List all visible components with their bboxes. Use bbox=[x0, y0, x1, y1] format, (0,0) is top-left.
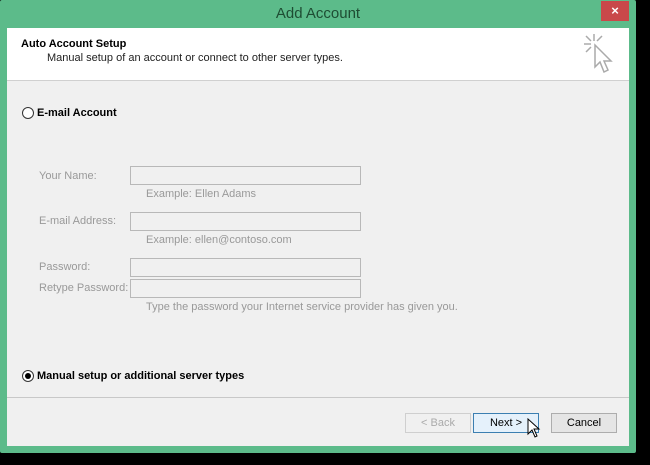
password-hint: Type the password your Internet service … bbox=[146, 301, 458, 313]
divider bbox=[7, 397, 629, 398]
your-name-input[interactable] bbox=[130, 166, 361, 185]
header-panel: Auto Account Setup Manual setup of an ac… bbox=[7, 28, 629, 81]
click-cursor-icon bbox=[584, 34, 613, 74]
mouse-pointer-icon bbox=[527, 418, 541, 438]
email-account-radio[interactable] bbox=[22, 107, 34, 119]
email-address-input[interactable] bbox=[130, 212, 361, 231]
header-subtitle: Manual setup of an account or connect to… bbox=[47, 52, 343, 64]
dialog-body: Auto Account Setup Manual setup of an ac… bbox=[7, 28, 629, 446]
window-title: Add Account bbox=[275, 5, 361, 22]
cancel-button[interactable]: Cancel bbox=[551, 413, 617, 433]
email-address-example: Example: ellen@contoso.com bbox=[146, 234, 292, 246]
email-address-label: E-mail Address: bbox=[39, 215, 117, 227]
close-button[interactable]: × bbox=[601, 1, 629, 21]
your-name-example: Example: Ellen Adams bbox=[146, 188, 257, 200]
password-label: Password: bbox=[39, 261, 91, 273]
manual-setup-label[interactable]: Manual setup or additional server types bbox=[37, 370, 244, 382]
password-input[interactable] bbox=[130, 258, 361, 277]
retype-password-label: Retype Password: bbox=[39, 282, 129, 294]
retype-password-input[interactable] bbox=[130, 279, 361, 298]
header-title: Auto Account Setup bbox=[21, 38, 127, 50]
email-account-label[interactable]: E-mail Account bbox=[37, 107, 117, 119]
your-name-label: Your Name: bbox=[39, 170, 97, 182]
add-account-dialog: Add Account × Auto Account Setup Manual … bbox=[0, 0, 636, 453]
manual-setup-radio[interactable] bbox=[22, 370, 34, 382]
back-button[interactable]: < Back bbox=[405, 413, 471, 433]
